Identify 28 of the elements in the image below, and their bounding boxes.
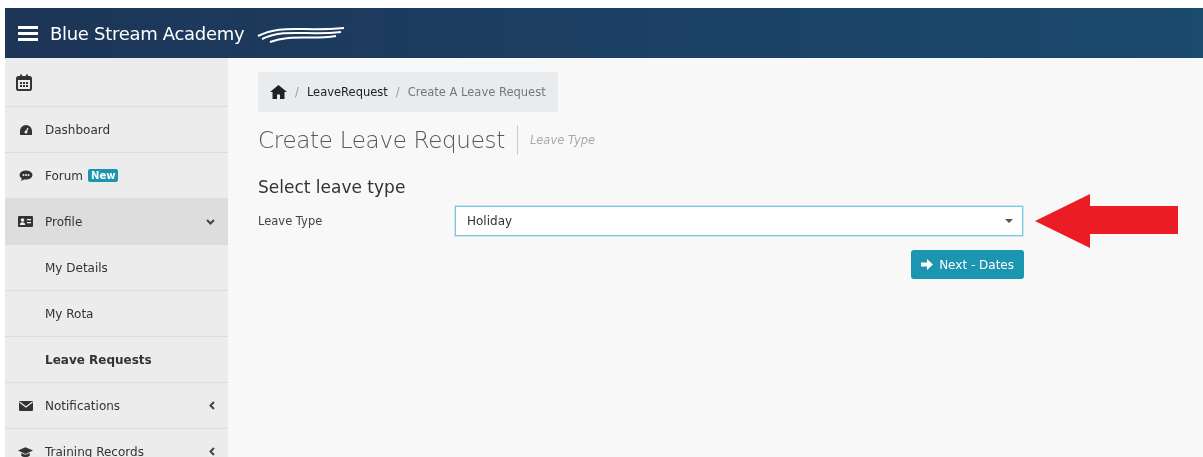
id-card-icon [18, 216, 33, 227]
nav-label: Forum [45, 168, 84, 183]
breadcrumb-current: Create A Leave Request [407, 85, 546, 99]
envelope-icon [18, 400, 33, 411]
page-title: Create Leave Request [258, 127, 505, 153]
section-heading: Select leave type [258, 177, 407, 197]
calendar-icon[interactable] [16, 73, 32, 91]
nav-label: Dashboard [45, 122, 111, 137]
breadcrumb-separator: / [395, 85, 400, 99]
nav-item[interactable]: Profile [5, 199, 228, 245]
field-label: Leave Type [258, 214, 324, 228]
caret-icon [1005, 219, 1013, 223]
menu-button[interactable] [18, 25, 38, 41]
leave-type-select[interactable]: Holiday [455, 206, 1023, 236]
breadcrumb-link[interactable]: LeaveRequest [306, 85, 388, 99]
graduation-cap-icon [18, 445, 33, 457]
dashboard-icon [18, 123, 33, 136]
new-badge: New [88, 169, 119, 182]
arrow-right-icon [921, 259, 934, 270]
chat-icon [18, 169, 33, 182]
home-icon[interactable] [270, 85, 287, 99]
next-button[interactable]: Next - Dates [911, 250, 1024, 279]
page-subtitle: Leave Type [529, 133, 596, 147]
app-title: Blue Stream Academy [50, 22, 245, 44]
nav-label: Notifications [45, 398, 121, 413]
breadcrumb-separator: / [295, 85, 299, 99]
nav-label: Profile [45, 214, 83, 229]
menu-icon [18, 25, 38, 41]
